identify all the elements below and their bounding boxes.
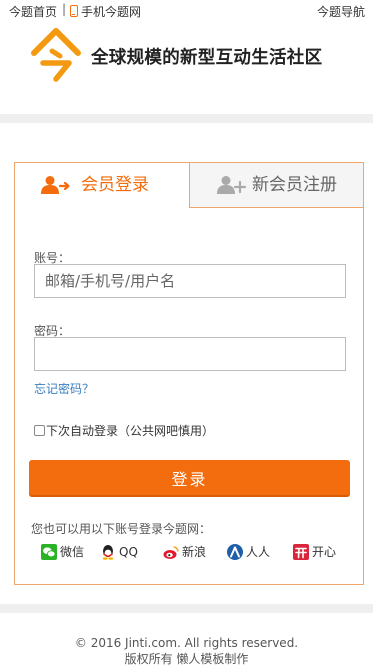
brand-slogan: 全球规模的新型互动生活社区	[91, 48, 323, 68]
tab-new-member-register[interactable]: 新会员注册	[189, 163, 363, 208]
user-add-icon	[217, 176, 247, 194]
login-card: 会员登录 新会员注册 账号： 密码： 忘记密码？ 下次自动登录（公共网吧慎用） …	[14, 162, 364, 585]
login-button[interactable]: 登录	[29, 460, 350, 495]
remember-me: 下次自动登录（公共网吧慎用）	[34, 422, 214, 439]
social-weibo-label: 新浪	[182, 545, 207, 559]
kaixin-icon	[293, 544, 309, 560]
remember-label[interactable]: 下次自动登录（公共网吧慎用）	[46, 424, 214, 438]
social-qq-label: QQ	[119, 545, 138, 559]
weibo-icon	[163, 546, 179, 559]
social-wechat-label: 微信	[60, 545, 85, 559]
wechat-icon	[41, 544, 57, 560]
account-input[interactable]	[34, 264, 346, 298]
top-bar: 今题首页 | 手机今题网 今题导航	[0, 0, 373, 22]
forgot-password-link[interactable]: 忘记密码？	[34, 380, 94, 397]
home-link[interactable]: 今题首页	[9, 3, 57, 20]
mobile-site-label: 手机今题网	[81, 5, 142, 19]
remember-checkbox[interactable]	[34, 425, 45, 436]
tab-member-login[interactable]: 会员登录	[15, 163, 189, 208]
brand-header: 全球规模的新型互动生活社区	[0, 28, 373, 88]
footer-copyright: © 2016 Jinti.com. All rights reserved.	[74, 636, 299, 650]
renren-icon	[227, 544, 243, 560]
phone-icon	[70, 5, 78, 17]
tab-login-label: 会员登录	[81, 175, 149, 195]
site-nav-link[interactable]: 今题导航	[317, 3, 365, 20]
tab-register-label: 新会员注册	[252, 175, 337, 195]
social-login-title: 您也可以用以下账号登录今题网：	[31, 522, 212, 536]
jinti-logo-icon[interactable]	[30, 28, 82, 82]
section-divider-top	[0, 114, 373, 123]
mobile-site-link[interactable]: 手机今题网	[70, 3, 141, 20]
page-footer: © 2016 Jinti.com. All rights reserved. 版…	[0, 635, 373, 666]
social-login-list: 微信 QQ 新浪 人人 开心	[41, 542, 351, 562]
password-input[interactable]	[34, 337, 346, 371]
social-renren-label: 人人	[246, 545, 271, 559]
footer-credit: 版权所有 懒人模板制作	[124, 652, 249, 666]
social-kaixin-label: 开心	[312, 545, 337, 559]
auth-tabs: 会员登录 新会员注册	[15, 163, 363, 208]
user-login-icon	[41, 176, 70, 194]
top-separator: |	[62, 2, 67, 16]
qq-icon	[102, 545, 114, 560]
section-divider-bottom	[0, 604, 373, 613]
